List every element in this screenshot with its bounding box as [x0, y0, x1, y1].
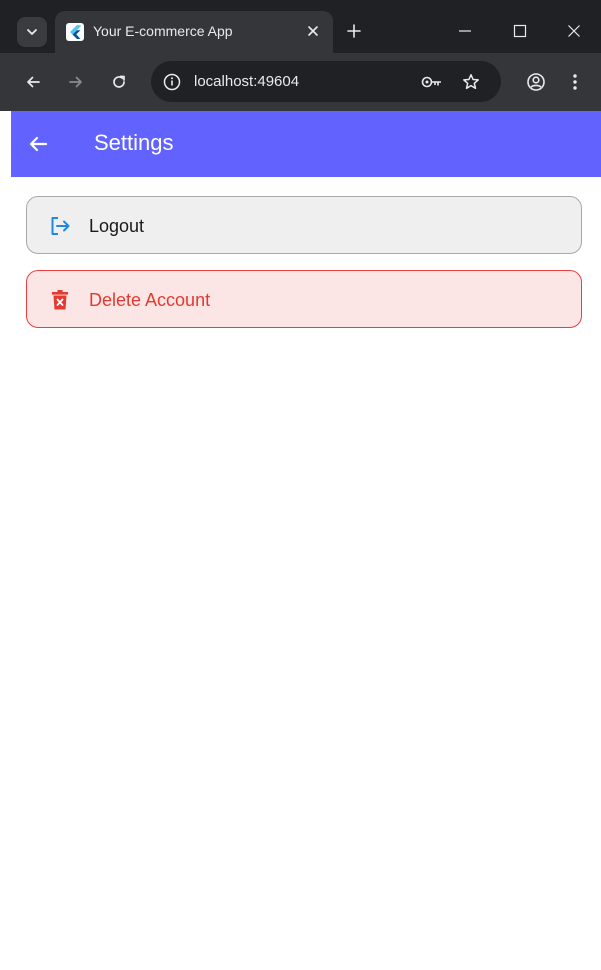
back-button[interactable]: [20, 69, 46, 95]
password-button[interactable]: [419, 71, 445, 93]
trash-icon: [52, 290, 68, 310]
logout-icon: [51, 217, 70, 235]
bookmark-button[interactable]: [459, 70, 483, 94]
reload-button[interactable]: [106, 69, 132, 95]
minimize-icon: [459, 30, 471, 32]
forward-button[interactable]: [63, 69, 89, 95]
close-icon: [568, 25, 580, 37]
profile-button[interactable]: [523, 69, 549, 95]
logout-button[interactable]: Logout: [26, 196, 582, 254]
minimize-button[interactable]: [452, 18, 478, 44]
app-bar: Settings: [11, 111, 601, 177]
tab-strip: Your E-commerce App: [0, 0, 601, 53]
logout-icon-wrap: [49, 215, 71, 237]
key-icon: [421, 76, 441, 88]
delete-account-button[interactable]: Delete Account: [26, 270, 582, 328]
app-back-button[interactable]: [25, 131, 51, 157]
info-icon: [163, 73, 181, 91]
trash-icon-wrap: [49, 289, 71, 311]
tab-title: Your E-commerce App: [93, 23, 233, 39]
star-icon: [463, 74, 479, 90]
profile-icon: [527, 73, 545, 91]
tab-search-button[interactable]: [17, 17, 47, 47]
new-tab-button[interactable]: [342, 19, 366, 43]
arrow-left-icon: [29, 136, 48, 152]
maximize-button[interactable]: [507, 18, 533, 44]
site-info-button[interactable]: [161, 71, 183, 93]
kebab-menu-icon: [573, 74, 577, 90]
logout-label: Logout: [89, 216, 145, 236]
address-bar[interactable]: localhost:49604: [151, 61, 501, 102]
maximize-icon: [513, 24, 527, 38]
plus-icon: [347, 24, 361, 38]
browser-tab[interactable]: Your E-commerce App: [55, 11, 333, 53]
close-window-button[interactable]: [561, 18, 587, 44]
flutter-icon: [66, 23, 84, 41]
browser-menu-button[interactable]: [562, 69, 588, 95]
arrow-left-icon: [27, 76, 40, 88]
page-title: Settings: [94, 130, 174, 155]
browser-window: Your E-commerce App localhost:49604 Sett…: [0, 0, 601, 970]
chevron-down-icon: [27, 29, 37, 35]
tab-close-button[interactable]: [303, 21, 323, 41]
reload-icon: [113, 75, 125, 88]
url-text: localhost:49604: [194, 73, 300, 90]
close-icon: [308, 26, 318, 36]
arrow-right-icon: [69, 76, 82, 88]
browser-toolbar: localhost:49604: [0, 53, 601, 111]
delete-account-label: Delete Account: [89, 290, 211, 310]
